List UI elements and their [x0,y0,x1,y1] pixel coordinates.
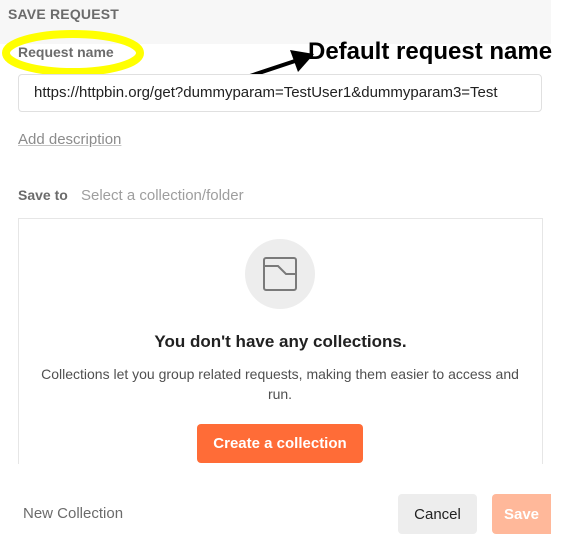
add-description-link[interactable]: Add description [18,131,121,148]
save-to-label: Save to [18,187,68,203]
empty-state-description: Collections let you group related reques… [41,366,519,402]
collection-search-input[interactable]: Select a collection/folder [81,187,244,204]
request-name-input[interactable]: https://httpbin.org/get?dummyparam=TestU… [18,74,542,112]
cancel-button[interactable]: Cancel [398,494,477,534]
collection-folder-icon [263,257,297,291]
empty-state-title: You don't have any collections. [154,332,407,351]
empty-state-icon-wrapper [245,239,315,309]
request-name-label: Request name [18,44,114,60]
dialog-title: SAVE REQUEST [8,6,120,22]
new-collection-link[interactable]: New Collection [23,505,123,522]
create-collection-button[interactable]: Create a collection [197,424,363,463]
annotation-text: Default request name [308,38,553,65]
save-button[interactable]: Save [492,494,551,534]
